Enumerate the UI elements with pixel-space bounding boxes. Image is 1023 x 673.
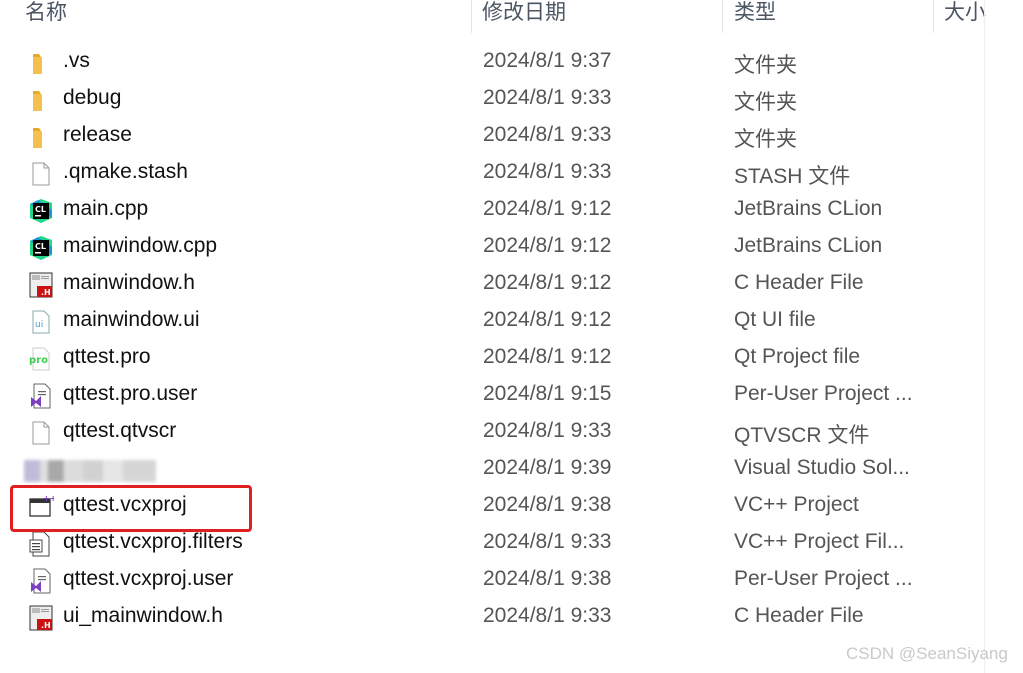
svg-text:ui: ui <box>35 320 43 330</box>
file-date: 2024/8/1 9:12 <box>483 271 612 294</box>
file-name[interactable]: qttest.vcxproj.user <box>63 567 233 591</box>
file-date: 2024/8/1 9:12 <box>483 308 612 331</box>
file-row[interactable]: CL mainwindow.cpp 2024/8/1 9:12 JetBrains C… <box>0 229 985 266</box>
file-name[interactable]: debug <box>63 86 121 110</box>
svg-text:pro: pro <box>29 355 48 366</box>
file-row[interactable]: release 2024/8/1 9:33 文件夹 <box>0 118 985 155</box>
file-date: 2024/8/1 9:15 <box>483 382 612 405</box>
file-row[interactable]: ui mainwindow.ui 2024/8/1 9:12 Qt UI file <box>0 303 985 340</box>
file-date: 2024/8/1 9:33 <box>483 86 612 109</box>
file-row[interactable]: pro qttest.pro 2024/8/1 9:12 Qt Project fil… <box>0 340 985 377</box>
column-header-type[interactable]: 类型 <box>734 0 776 26</box>
file-name[interactable]: ui_mainwindow.h <box>63 604 223 628</box>
file-date: 2024/8/1 9:33 <box>483 419 612 442</box>
file-name[interactable]: .qmake.stash <box>63 160 188 184</box>
svg-text:.H: .H <box>41 621 51 630</box>
file-row[interactable]: qttest.qtvscr 2024/8/1 9:33 QTVSCR 文件 <box>0 414 985 451</box>
file-type: VC++ Project <box>734 493 859 516</box>
file-date: 2024/8/1 9:12 <box>483 197 612 220</box>
file-date: 2024/8/1 9:39 <box>483 456 612 479</box>
file-name[interactable]: qttest.pro.user <box>63 382 197 406</box>
file-date: 2024/8/1 9:12 <box>483 234 612 257</box>
c-header-icon: .H <box>28 272 54 298</box>
svg-text:CL: CL <box>35 205 46 214</box>
file-row[interactable]: debug 2024/8/1 9:33 文件夹 <box>0 81 985 118</box>
file-row[interactable]: qttest.vcxproj.user 2024/8/1 9:38 Per-User… <box>0 562 985 599</box>
file-date: 2024/8/1 9:37 <box>483 49 612 72</box>
file-type: C Header File <box>734 604 864 627</box>
file-date: 2024/8/1 9:38 <box>483 493 612 516</box>
highlight-box <box>10 485 252 532</box>
file-type: 文件夹 <box>734 91 797 114</box>
file-type: 文件夹 <box>734 128 797 151</box>
file-type: JetBrains CLion <box>734 234 883 257</box>
blank-file-icon <box>28 420 54 446</box>
file-name[interactable]: .vs <box>63 49 90 73</box>
folder-icon <box>28 124 54 150</box>
column-header-date[interactable]: 修改日期 <box>482 0 566 26</box>
file-type: STASH 文件 <box>734 165 851 188</box>
file-type: VC++ Project Fil... <box>734 530 905 553</box>
column-divider[interactable] <box>933 0 934 33</box>
file-list: .vs 2024/8/1 9:37 文件夹 debug 2024/8/1 9:33 文件夹… <box>0 44 985 636</box>
file-type: Qt Project file <box>734 345 861 368</box>
filters-icon <box>28 531 54 557</box>
qt-pro-icon: pro <box>28 346 54 372</box>
file-name[interactable]: release <box>63 123 132 147</box>
column-divider[interactable] <box>722 0 723 33</box>
file-type: QTVSCR 文件 <box>734 424 870 447</box>
file-date: 2024/8/1 9:33 <box>483 604 612 627</box>
c-header-icon: .H <box>28 605 54 631</box>
file-name[interactable]: mainwindow.cpp <box>63 234 217 258</box>
file-name[interactable]: main.cpp <box>63 197 148 221</box>
blurred-filename <box>24 460 156 482</box>
clion-icon: CL <box>28 198 54 224</box>
file-type: JetBrains CLion <box>734 197 883 220</box>
file-name[interactable]: mainwindow.h <box>63 271 195 295</box>
file-date: 2024/8/1 9:33 <box>483 530 612 553</box>
svg-text:CL: CL <box>35 242 46 251</box>
file-name[interactable]: qttest.pro <box>63 345 151 369</box>
file-type: Per-User Project ... <box>734 382 913 405</box>
file-type: Visual Studio Sol... <box>734 456 910 479</box>
file-date: 2024/8/1 9:33 <box>483 160 612 183</box>
vs-user-icon <box>28 383 54 409</box>
file-name[interactable]: qttest.vcxproj.filters <box>63 530 243 554</box>
file-row[interactable]: qttest.pro.user 2024/8/1 9:15 Per-User Pro… <box>0 377 985 414</box>
clion-icon: CL <box>28 235 54 261</box>
file-type: 文件夹 <box>734 54 797 77</box>
vs-user-icon <box>28 568 54 594</box>
file-type: C Header File <box>734 271 864 294</box>
qt-ui-icon: ui <box>28 309 54 335</box>
svg-text:.H: .H <box>41 288 51 297</box>
file-row[interactable]: .vs 2024/8/1 9:37 文件夹 <box>0 44 985 81</box>
file-type: Per-User Project ... <box>734 567 913 590</box>
blank-file-icon <box>28 161 54 187</box>
column-divider[interactable] <box>471 0 472 33</box>
file-row[interactable]: .H ui_mainwindow.h 2024/8/1 9:33 C Header F… <box>0 599 985 636</box>
file-row[interactable]: .H mainwindow.h 2024/8/1 9:12 C Header File <box>0 266 985 303</box>
folder-icon <box>28 50 54 76</box>
file-name[interactable]: qttest.qtvscr <box>63 419 176 443</box>
column-header-size[interactable]: 大小 <box>944 0 986 26</box>
file-date: 2024/8/1 9:38 <box>483 567 612 590</box>
file-date: 2024/8/1 9:33 <box>483 123 612 146</box>
column-header-name[interactable]: 名称 <box>25 0 67 26</box>
folder-icon <box>28 87 54 113</box>
column-header-bar: 名称 修改日期 类型 大小 <box>0 0 986 33</box>
file-row[interactable]: CL main.cpp 2024/8/1 9:12 JetBrains CLion <box>0 192 985 229</box>
file-row[interactable]: .qmake.stash 2024/8/1 9:33 STASH 文件 <box>0 155 985 192</box>
file-row[interactable]: 2024/8/1 9:39 Visual Studio Sol... <box>0 451 985 488</box>
file-date: 2024/8/1 9:12 <box>483 345 612 368</box>
watermark: CSDN @SeanSiyang <box>846 644 1008 663</box>
file-name[interactable]: mainwindow.ui <box>63 308 200 332</box>
file-type: Qt UI file <box>734 308 816 331</box>
